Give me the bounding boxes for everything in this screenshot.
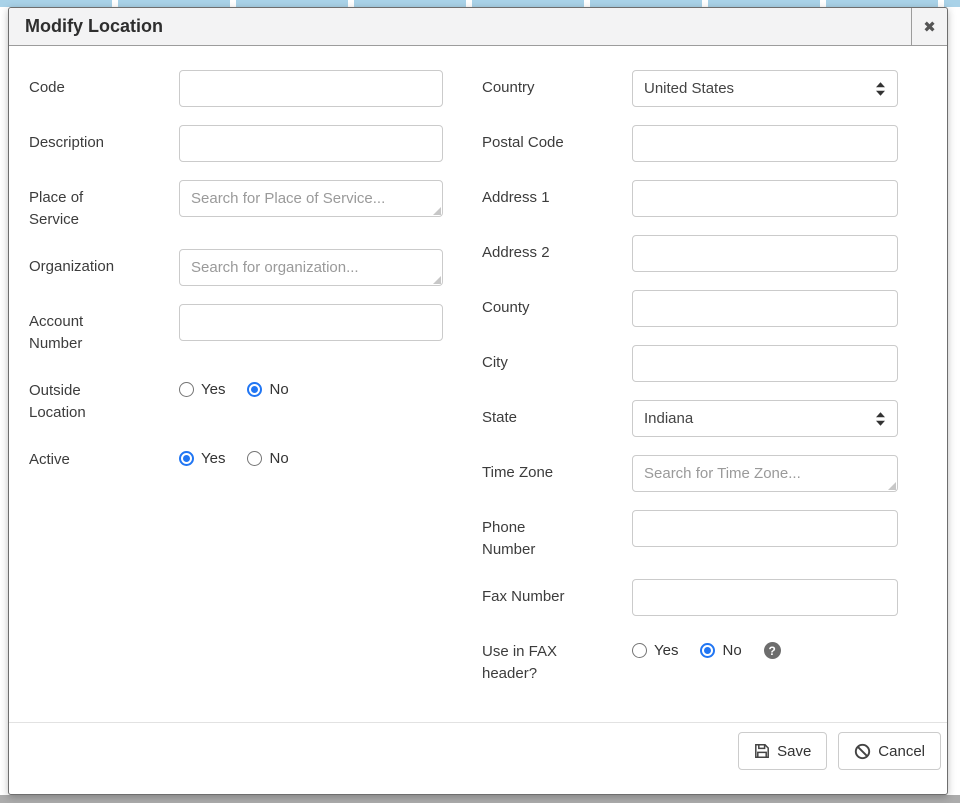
address1-input[interactable]	[632, 180, 898, 217]
use-in-fax-header-label: Use in FAX header?	[482, 634, 632, 685]
account-number-input[interactable]	[179, 304, 443, 341]
description-input[interactable]	[179, 125, 443, 162]
place-of-service-search-input[interactable]	[179, 180, 443, 217]
county-label: County	[482, 290, 632, 319]
radio-label-no: No	[269, 450, 288, 467]
cancel-button-label: Cancel	[878, 743, 925, 760]
state-label: State	[482, 400, 632, 429]
radio-button-icon[interactable]	[632, 643, 647, 658]
field-row-county: County	[482, 290, 898, 327]
close-button[interactable]: ✖	[911, 8, 947, 45]
modal-header: Modify Location ✖	[9, 8, 947, 46]
address2-label: Address 2	[482, 235, 632, 264]
outside-location-no-radio[interactable]: No	[247, 381, 288, 398]
account-number-label: Account Number	[29, 304, 179, 355]
cancel-ban-icon	[854, 743, 871, 760]
code-label: Code	[29, 70, 179, 99]
radio-label-yes: Yes	[654, 642, 678, 659]
field-row-outside-location: Outside Location Yes No	[29, 373, 443, 424]
field-row-use-in-fax-header: Use in FAX header? Yes No ?	[482, 634, 898, 685]
cancel-button[interactable]: Cancel	[838, 732, 941, 770]
postal-code-input[interactable]	[632, 125, 898, 162]
active-yes-radio[interactable]: Yes	[179, 450, 225, 467]
field-row-postal-code: Postal Code	[482, 125, 898, 162]
radio-label-yes: Yes	[201, 381, 225, 398]
address2-input[interactable]	[632, 235, 898, 272]
right-column: Country United States Postal Code Addres…	[482, 70, 898, 722]
radio-button-icon[interactable]	[179, 451, 194, 466]
resize-grip-icon[interactable]	[433, 276, 441, 284]
field-row-phone-number: Phone Number	[482, 510, 898, 561]
place-of-service-label: Place of Service	[29, 180, 179, 231]
field-row-fax-number: Fax Number	[482, 579, 898, 616]
field-row-account-number: Account Number	[29, 304, 443, 355]
select-caret-icon	[875, 411, 886, 427]
field-row-active: Active Yes No	[29, 442, 443, 471]
resize-grip-icon[interactable]	[433, 207, 441, 215]
field-row-organization: Organization	[29, 249, 443, 286]
resize-grip-icon[interactable]	[888, 482, 896, 490]
field-row-description: Description	[29, 125, 443, 162]
fax-number-label: Fax Number	[482, 579, 632, 608]
field-row-code: Code	[29, 70, 443, 107]
outside-location-yes-radio[interactable]: Yes	[179, 381, 225, 398]
background-bottom-strip	[0, 795, 960, 803]
phone-number-label: Phone Number	[482, 510, 632, 561]
help-icon[interactable]: ?	[764, 642, 781, 659]
close-icon[interactable]: ✖	[923, 18, 936, 36]
use-in-fax-header-yes-radio[interactable]: Yes	[632, 642, 678, 659]
modal-body: Code Description Place of Service Organi…	[9, 46, 947, 722]
field-row-city: City	[482, 345, 898, 382]
active-label: Active	[29, 442, 179, 471]
radio-button-icon[interactable]	[179, 382, 194, 397]
description-label: Description	[29, 125, 179, 154]
use-in-fax-header-no-radio[interactable]: No	[700, 642, 741, 659]
organization-search-input[interactable]	[179, 249, 443, 286]
radio-label-no: No	[269, 381, 288, 398]
field-row-place-of-service: Place of Service	[29, 180, 443, 231]
field-row-time-zone: Time Zone	[482, 455, 898, 492]
active-no-radio[interactable]: No	[247, 450, 288, 467]
state-select[interactable]: Indiana	[632, 400, 898, 437]
code-input[interactable]	[179, 70, 443, 107]
save-floppy-icon	[754, 743, 770, 759]
city-label: City	[482, 345, 632, 374]
county-input[interactable]	[632, 290, 898, 327]
radio-button-icon[interactable]	[700, 643, 715, 658]
field-row-country: Country United States	[482, 70, 898, 107]
modal-title: Modify Location	[9, 16, 163, 37]
radio-button-icon[interactable]	[247, 451, 262, 466]
select-caret-icon	[875, 81, 886, 97]
field-row-address2: Address 2	[482, 235, 898, 272]
country-select[interactable]: United States	[632, 70, 898, 107]
city-input[interactable]	[632, 345, 898, 382]
phone-number-input[interactable]	[632, 510, 898, 547]
outside-location-label: Outside Location	[29, 373, 179, 424]
organization-label: Organization	[29, 249, 179, 278]
time-zone-search-input[interactable]	[632, 455, 898, 492]
radio-label-no: No	[722, 642, 741, 659]
address1-label: Address 1	[482, 180, 632, 209]
save-button-label: Save	[777, 743, 811, 760]
country-select-value: United States	[644, 80, 734, 97]
save-button[interactable]: Save	[738, 732, 827, 770]
field-row-state: State Indiana	[482, 400, 898, 437]
radio-label-yes: Yes	[201, 450, 225, 467]
state-select-value: Indiana	[644, 410, 693, 427]
background-tab-strip	[0, 0, 960, 7]
left-column: Code Description Place of Service Organi…	[29, 70, 443, 722]
radio-button-icon[interactable]	[247, 382, 262, 397]
modal-footer: Save Cancel	[9, 722, 947, 794]
postal-code-label: Postal Code	[482, 125, 632, 154]
field-row-address1: Address 1	[482, 180, 898, 217]
time-zone-label: Time Zone	[482, 455, 632, 484]
fax-number-input[interactable]	[632, 579, 898, 616]
modify-location-modal: Modify Location ✖ Code Description Place…	[8, 7, 948, 795]
country-label: Country	[482, 70, 632, 99]
